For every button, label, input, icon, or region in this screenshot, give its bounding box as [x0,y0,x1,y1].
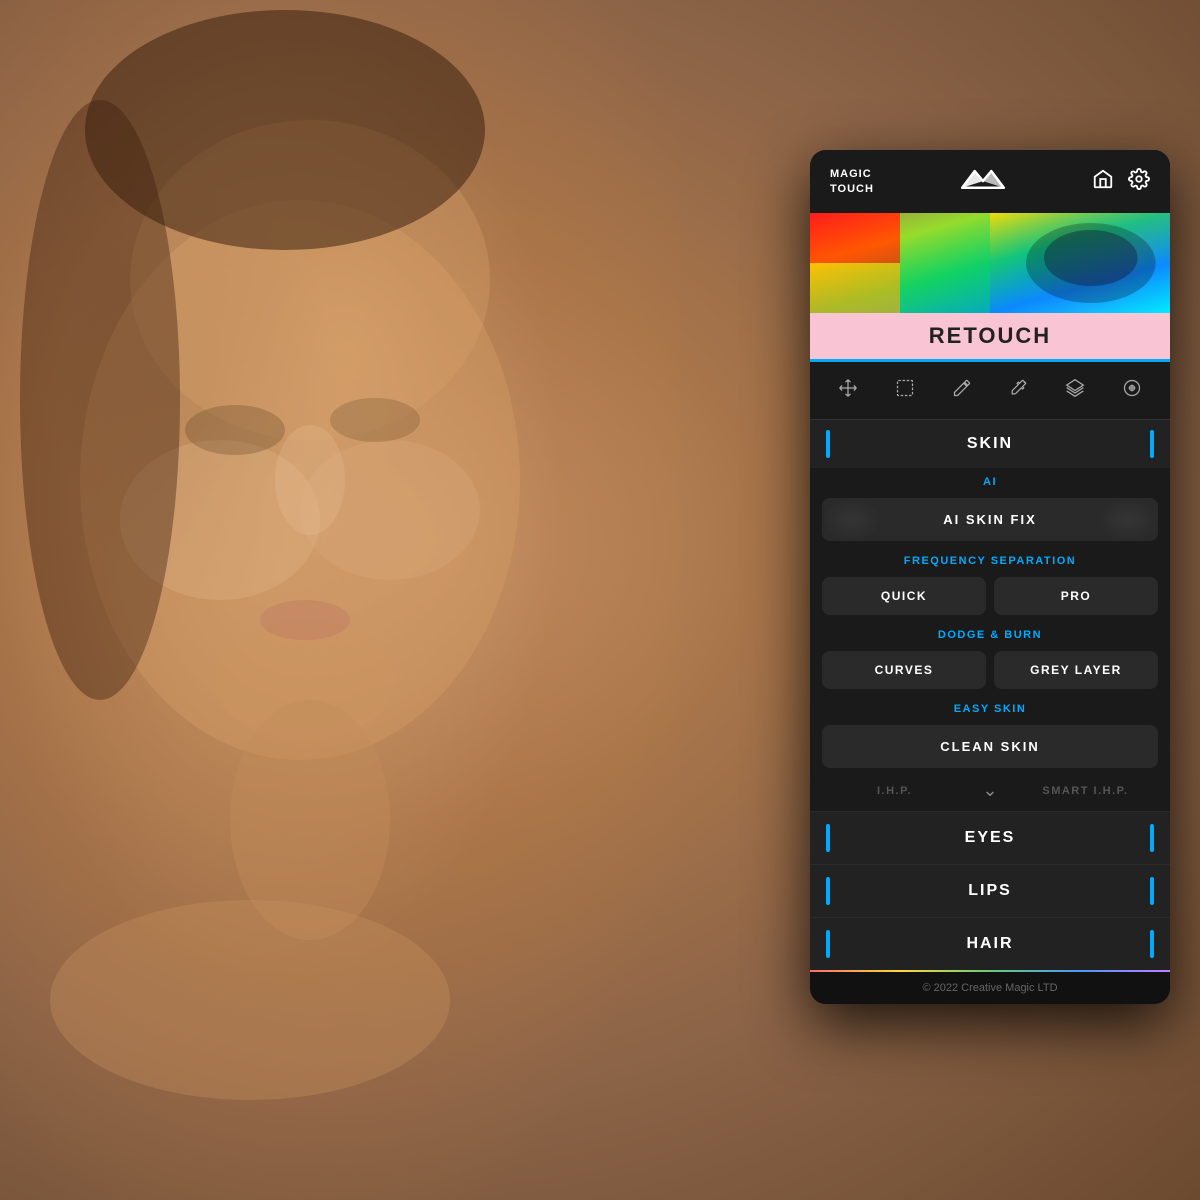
fx-tool-icon[interactable] [1114,374,1150,407]
eyedropper-tool-icon[interactable] [1000,374,1036,407]
lips-accent-right [1150,877,1154,905]
ihp-row: I.H.P. ⌄ SMART I.H.P. [810,774,1170,811]
frequency-separation-label: FREQUENCY SEPARATION [810,547,1170,571]
eyes-accent-right [1150,824,1154,852]
layers-tool-icon[interactable] [1057,374,1093,407]
eyes-title: EYES [830,829,1150,847]
skin-title: SKIN [830,435,1150,453]
move-tool-icon[interactable] [830,374,866,407]
frequency-separation-buttons: QUICK PRO [810,571,1170,621]
copyright-text: © 2022 Creative Magic LTD [922,982,1057,994]
hero-banner [810,213,1170,313]
hair-accent-right [1150,930,1154,958]
grey-layer-button[interactable]: GREY LAYER [994,651,1158,689]
retouch-label: RETOUCH [810,313,1170,359]
app-logo [958,164,1008,199]
brush-tool-icon[interactable] [944,374,980,407]
header-icons [1092,168,1150,196]
ai-label: AI [810,468,1170,492]
dodge-burn-buttons: CURVES GREY LAYER [810,645,1170,695]
hero-image [810,213,1170,313]
toolbar [810,362,1170,420]
settings-icon[interactable] [1128,168,1150,196]
ai-skin-fix-button[interactable]: AI SKIN FIX [822,498,1158,541]
dodge-burn-label: DODGE & BURN [810,621,1170,645]
select-tool-icon[interactable] [887,374,923,407]
easy-skin-label: EASY SKIN [810,695,1170,719]
hair-section-header[interactable]: HAIR [810,917,1170,970]
skin-accent-right [1150,430,1154,458]
app-title: MAGIC TOUCH [830,167,874,196]
clean-skin-button[interactable]: CLEAN SKIN [822,725,1158,768]
panel-header: MAGIC TOUCH [810,150,1170,213]
quick-button[interactable]: QUICK [822,577,986,615]
home-icon[interactable] [1092,168,1114,196]
smart-ihp-button[interactable]: SMART I.H.P. [1013,785,1158,797]
chevron-down-icon[interactable]: ⌄ [975,780,1005,801]
footer: © 2022 Creative Magic LTD [810,970,1170,1004]
pro-button[interactable]: PRO [994,577,1158,615]
curves-button[interactable]: CURVES [822,651,986,689]
eyes-section-header[interactable]: EYES [810,811,1170,864]
lips-title: LIPS [830,882,1150,900]
hair-title: HAIR [830,935,1150,953]
lips-section-header[interactable]: LIPS [810,864,1170,917]
ihp-button[interactable]: I.H.P. [822,785,967,797]
panel: MAGIC TOUCH [810,150,1170,1004]
face-highlight [0,0,680,1200]
skin-section-header: SKIN [810,420,1170,468]
